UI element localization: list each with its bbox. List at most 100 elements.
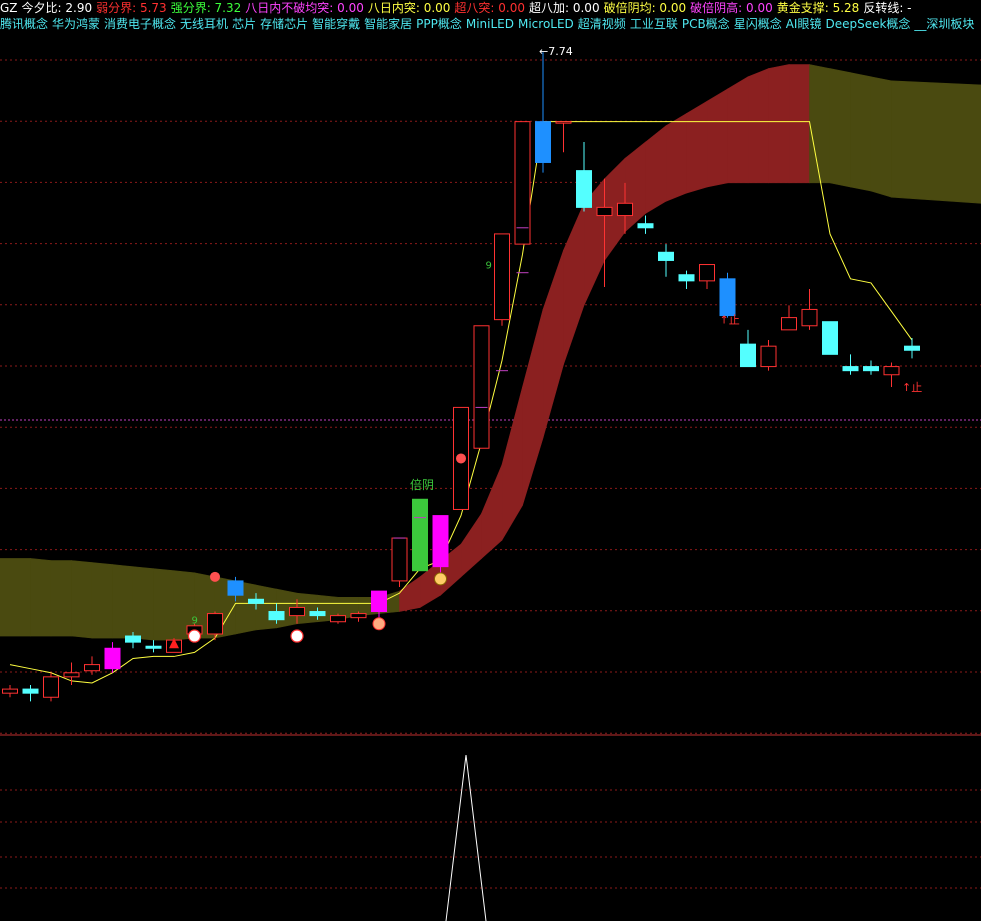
candle-body	[309, 611, 326, 617]
band-segment	[563, 203, 585, 365]
candle-body	[371, 590, 387, 613]
band-segment	[522, 309, 544, 506]
candle	[658, 244, 674, 277]
candle	[863, 360, 879, 375]
money-bag-icon	[434, 572, 447, 586]
candle	[781, 305, 797, 331]
candle-body	[473, 325, 490, 449]
concept-tag: 无线耳机	[180, 17, 229, 31]
candle-body	[576, 170, 592, 208]
band-segment	[665, 112, 687, 202]
candle-body	[535, 121, 551, 163]
indicator-3: 八日内不破均突: 0.00	[245, 1, 364, 15]
indicator-9: 黄金支撑: 5.28	[776, 1, 860, 15]
max-price-label: ←7.74	[539, 45, 573, 58]
band-segment	[50, 560, 72, 637]
candle	[535, 52, 551, 173]
candle-body	[104, 647, 121, 670]
candle	[2, 685, 18, 698]
concept-tag: __深圳板块	[914, 17, 975, 31]
candle	[494, 233, 510, 326]
candle-body	[658, 251, 674, 261]
candle	[822, 321, 838, 355]
candle	[514, 121, 531, 245]
candle	[678, 270, 695, 290]
candle	[576, 142, 592, 212]
concept-tag: DeepSeek概念	[825, 17, 911, 31]
candle-body	[391, 537, 408, 582]
sub-spike-line	[445, 754, 487, 921]
candle-body	[740, 343, 756, 368]
candle	[473, 325, 490, 449]
candle	[699, 264, 715, 290]
concept-tag: 智能穿戴	[312, 17, 361, 31]
candle	[22, 685, 39, 702]
band-segment	[829, 68, 851, 188]
candle	[145, 640, 162, 653]
band-segment	[870, 76, 892, 198]
band-segment	[71, 560, 93, 639]
concept-tag: 工业互联	[629, 17, 678, 31]
wifi-bell-icon	[456, 453, 466, 464]
band-segment	[747, 68, 769, 184]
candle-body	[432, 515, 449, 568]
candle-body	[863, 366, 879, 372]
candle-body	[719, 278, 736, 317]
candle-body	[842, 366, 859, 372]
concept-tag: 华为鸿蒙	[52, 17, 101, 31]
indicator-header: GZ 今夕比: 2.90 弱分界: 5.73 强分界: 7.32 八日内不破均突: 0.…	[0, 0, 981, 16]
candle-body	[145, 645, 162, 649]
coin-hand-icon	[372, 617, 386, 631]
candle	[555, 121, 572, 153]
candle-body	[699, 264, 715, 282]
stop-label-2: ↑止	[902, 381, 922, 394]
concept-tag: 星闪概念	[733, 17, 782, 31]
nine-label: 9	[486, 261, 492, 272]
candle-body	[330, 615, 346, 623]
concept-tag: 超清视频	[577, 17, 626, 31]
band-segment	[0, 558, 31, 637]
candle-body	[494, 233, 510, 321]
band-segment	[255, 584, 277, 631]
candle	[43, 672, 59, 702]
indicator-0: 今夕比: 2.90	[21, 1, 93, 15]
band-segment	[399, 576, 421, 612]
indicator-7: 破倍阴均: 0.00	[603, 1, 687, 15]
candle-body	[412, 498, 428, 572]
price-chart: 倍阴 ←7.74 ↑止 ↑止 9 9 9	[0, 45, 981, 921]
sub-pane	[445, 754, 487, 921]
candle-body	[43, 676, 59, 698]
candle	[719, 272, 736, 318]
concept-tag: PPP概念	[416, 17, 462, 31]
indicator-8: 破倍阴高: 0.00	[690, 1, 773, 15]
band-segment	[768, 64, 790, 184]
wifi-bell-icon	[210, 571, 220, 582]
candle-body	[555, 121, 572, 124]
band-segment	[30, 558, 52, 637]
candle-body	[514, 121, 531, 245]
band-segment	[891, 80, 981, 204]
stop-label-1: ↑止	[720, 314, 740, 327]
grid-lines	[0, 59, 981, 889]
band-segment	[809, 64, 831, 184]
concept-tag: PCB概念	[681, 17, 730, 31]
candle	[104, 642, 121, 673]
concept-tag: 存储芯片	[260, 17, 309, 31]
band-segment	[788, 64, 810, 184]
band-segment	[91, 562, 113, 639]
candle	[842, 354, 859, 375]
candle-body	[822, 321, 838, 355]
candle-body	[904, 345, 920, 351]
concept-tag: 芯片	[232, 17, 257, 31]
candle-body	[207, 613, 223, 635]
concept-tag: AI眼镜	[785, 17, 822, 31]
band-segment	[706, 88, 728, 188]
candle	[412, 498, 428, 572]
indicator-6: 超八加: 0.00	[529, 1, 600, 15]
candle-body	[248, 598, 264, 604]
candle-body	[63, 672, 80, 678]
candle-body	[227, 580, 244, 596]
band-segment	[645, 125, 667, 215]
candle	[801, 289, 818, 330]
concept-tag: MicroLED	[517, 17, 574, 31]
